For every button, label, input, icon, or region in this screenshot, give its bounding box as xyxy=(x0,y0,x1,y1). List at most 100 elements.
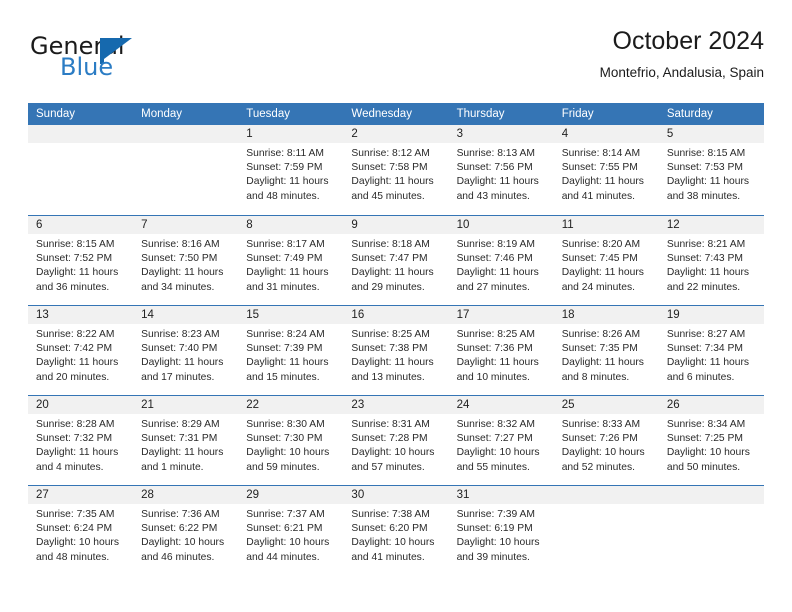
calendar-day-cell[interactable]: 2 Sunrise: 8:12 AM Sunset: 7:58 PM Daylight… xyxy=(343,125,449,215)
sunset-text: Sunset: 7:56 PM xyxy=(456,162,533,174)
sunrise-text: Sunrise: 8:16 AM xyxy=(141,239,220,250)
calendar-day-cell[interactable]: 5 Sunrise: 8:15 AM Sunset: 7:53 PM Daylight… xyxy=(658,125,764,215)
day-sun-info: Sunrise: 8:15 AM Sunset: 7:53 PM Daylight:… xyxy=(659,143,764,204)
day-sun-info: Sunrise: 8:30 AM Sunset: 7:30 PM Daylight:… xyxy=(238,414,343,475)
sunrise-text: Sunrise: 8:13 AM xyxy=(456,148,535,159)
calendar-day-cell[interactable]: 14 Sunrise: 8:23 AM Sunset: 7:40 PM Dayligh… xyxy=(133,306,239,395)
day-sun-info: Sunrise: 7:36 AM Sunset: 6:22 PM Daylight:… xyxy=(133,504,238,565)
calendar-day-cell[interactable]: 27 Sunrise: 7:35 AM Sunset: 6:24 PM Dayligh… xyxy=(28,486,134,575)
sunset-text: Sunset: 7:52 PM xyxy=(36,253,113,265)
calendar-day-cell[interactable]: 23 Sunrise: 8:31 AM Sunset: 7:28 PM Dayligh… xyxy=(343,396,449,485)
calendar-day-cell[interactable]: 31 Sunrise: 7:39 AM Sunset: 6:19 PM Dayligh… xyxy=(448,486,554,575)
day-number: 28 xyxy=(133,486,239,504)
calendar-day-cell[interactable]: 24 Sunrise: 8:32 AM Sunset: 7:27 PM Dayligh… xyxy=(448,396,554,485)
day-number: 2 xyxy=(343,125,449,143)
calendar-day-cell[interactable]: 16 Sunrise: 8:25 AM Sunset: 7:38 PM Dayligh… xyxy=(343,306,449,395)
calendar-day-cell[interactable]: 26 Sunrise: 8:34 AM Sunset: 7:25 PM Dayligh… xyxy=(658,396,764,485)
calendar-day-cell[interactable]: 30 Sunrise: 7:38 AM Sunset: 6:20 PM Dayligh… xyxy=(343,486,449,575)
day-sun-info: Sunrise: 8:32 AM Sunset: 7:27 PM Daylight:… xyxy=(449,414,554,475)
day-number: 4 xyxy=(553,125,659,143)
day-sun-info: Sunrise: 8:21 AM Sunset: 7:43 PM Daylight:… xyxy=(659,234,764,295)
day-number: 17 xyxy=(448,306,554,324)
daylight-text: Daylight: 11 hours and 6 minutes. xyxy=(666,357,750,383)
sunset-text: Sunset: 7:46 PM xyxy=(456,253,533,265)
day-number: 20 xyxy=(28,396,134,414)
calendar-day-cell[interactable]: 15 Sunrise: 8:24 AM Sunset: 7:39 PM Dayligh… xyxy=(238,306,344,395)
sunrise-text: Sunrise: 8:15 AM xyxy=(666,148,746,159)
calendar-day-cell[interactable]: 12 Sunrise: 8:21 AM Sunset: 7:43 PM Dayligh… xyxy=(658,216,764,305)
day-number: 3 xyxy=(448,125,554,143)
daylight-text: Daylight: 10 hours and 57 minutes. xyxy=(351,447,435,473)
sunrise-text: Sunrise: 8:11 AM xyxy=(246,148,324,159)
calendar-day-cell[interactable]: 29 Sunrise: 7:37 AM Sunset: 6:21 PM Dayligh… xyxy=(238,486,344,575)
brand-logo[interactable]: General Blue xyxy=(28,26,258,88)
sunset-text: Sunset: 7:34 PM xyxy=(666,343,743,355)
calendar-day-cell[interactable]: 22 Sunrise: 8:30 AM Sunset: 7:30 PM Dayligh… xyxy=(238,396,344,485)
sunset-text: Sunset: 7:31 PM xyxy=(141,433,218,445)
day-number: 9 xyxy=(343,216,449,234)
daylight-text: Daylight: 11 hours and 45 minutes. xyxy=(351,176,434,202)
page-title: October 2024 xyxy=(612,27,765,55)
calendar-day-cell[interactable]: 11 Sunrise: 8:20 AM Sunset: 7:45 PM Dayligh… xyxy=(553,216,659,305)
calendar-day-cell[interactable]: 9 Sunrise: 8:18 AM Sunset: 7:47 PM Daylight… xyxy=(343,216,449,305)
daylight-text: Daylight: 11 hours and 29 minutes. xyxy=(351,267,434,293)
calendar-week-row: 27 Sunrise: 7:35 AM Sunset: 6:24 PM Dayligh… xyxy=(28,485,764,575)
calendar-day-cell[interactable]: 13 Sunrise: 8:22 AM Sunset: 7:42 PM Dayligh… xyxy=(28,306,134,395)
day-sun-info: Sunrise: 7:37 AM Sunset: 6:21 PM Daylight:… xyxy=(238,504,343,565)
sunset-text: Sunset: 7:55 PM xyxy=(561,162,638,174)
day-number: 19 xyxy=(658,306,764,324)
sunrise-text: Sunrise: 8:25 AM xyxy=(351,329,430,340)
sunset-text: Sunset: 7:59 PM xyxy=(246,162,323,174)
calendar-day-cell[interactable]: 8 Sunrise: 8:17 AM Sunset: 7:49 PM Daylight… xyxy=(238,216,344,305)
day-sun-info: Sunrise: 8:16 AM Sunset: 7:50 PM Daylight:… xyxy=(133,234,238,295)
day-sun-info: Sunrise: 8:26 AM Sunset: 7:35 PM Daylight:… xyxy=(554,324,659,385)
daylight-text: Daylight: 11 hours and 22 minutes. xyxy=(666,267,750,293)
day-number: 30 xyxy=(343,486,449,504)
calendar-day-cell[interactable]: 4 Sunrise: 8:14 AM Sunset: 7:55 PM Daylight… xyxy=(553,125,659,215)
calendar-day-cell[interactable]: 3 Sunrise: 8:13 AM Sunset: 7:56 PM Daylight… xyxy=(448,125,554,215)
day-sun-info: Sunrise: 7:35 AM Sunset: 6:24 PM Daylight:… xyxy=(28,504,133,565)
day-number xyxy=(133,125,239,143)
daylight-text: Daylight: 10 hours and 41 minutes. xyxy=(351,537,435,563)
calendar-day-cell[interactable]: 19 Sunrise: 8:27 AM Sunset: 7:34 PM Dayligh… xyxy=(658,306,764,395)
sunset-text: Sunset: 7:43 PM xyxy=(666,253,743,265)
day-number xyxy=(658,486,764,504)
calendar-day-cell-empty xyxy=(658,486,764,575)
day-sun-info: Sunrise: 7:38 AM Sunset: 6:20 PM Daylight:… xyxy=(343,504,448,565)
sunrise-text: Sunrise: 8:21 AM xyxy=(666,239,746,250)
sunset-text: Sunset: 7:40 PM xyxy=(141,343,218,355)
calendar-day-cell[interactable]: 7 Sunrise: 8:16 AM Sunset: 7:50 PM Daylight… xyxy=(133,216,239,305)
day-sun-info: Sunrise: 8:11 AM Sunset: 7:59 PM Daylight:… xyxy=(238,143,343,204)
sunset-text: Sunset: 6:19 PM xyxy=(456,523,533,535)
day-sun-info: Sunrise: 8:24 AM Sunset: 7:39 PM Daylight:… xyxy=(238,324,343,385)
sunrise-text: Sunrise: 8:12 AM xyxy=(351,148,430,159)
calendar-day-cell[interactable]: 10 Sunrise: 8:19 AM Sunset: 7:46 PM Dayligh… xyxy=(448,216,554,305)
page-header: General Blue October 2024 Montefrio, And… xyxy=(28,26,764,96)
sunrise-text: Sunrise: 8:18 AM xyxy=(351,239,430,250)
calendar-day-cell[interactable]: 21 Sunrise: 8:29 AM Sunset: 7:31 PM Dayligh… xyxy=(133,396,239,485)
day-sun-info: Sunrise: 8:25 AM Sunset: 7:36 PM Daylight:… xyxy=(449,324,554,385)
calendar-day-cell[interactable]: 1 Sunrise: 8:11 AM Sunset: 7:59 PM Daylight… xyxy=(238,125,344,215)
day-number: 24 xyxy=(448,396,554,414)
calendar-day-cell[interactable]: 17 Sunrise: 8:25 AM Sunset: 7:36 PM Dayligh… xyxy=(448,306,554,395)
sunset-text: Sunset: 7:32 PM xyxy=(36,433,113,445)
sunset-text: Sunset: 7:58 PM xyxy=(351,162,428,174)
sunrise-text: Sunrise: 8:20 AM xyxy=(561,239,641,250)
day-number: 12 xyxy=(658,216,764,234)
weekday-header-friday: Friday xyxy=(561,108,594,120)
brand-word-blue: Blue xyxy=(60,53,114,81)
calendar-day-cell-empty xyxy=(28,125,134,215)
calendar-day-cell[interactable]: 25 Sunrise: 8:33 AM Sunset: 7:26 PM Dayligh… xyxy=(553,396,659,485)
day-number xyxy=(553,486,659,504)
sunset-text: Sunset: 7:27 PM xyxy=(456,433,533,445)
day-number: 6 xyxy=(28,216,134,234)
calendar-weeks: 1 Sunrise: 8:11 AM Sunset: 7:59 PM Daylight… xyxy=(28,125,764,575)
day-sun-info: Sunrise: 8:20 AM Sunset: 7:45 PM Daylight:… xyxy=(554,234,659,295)
calendar-day-cell[interactable]: 18 Sunrise: 8:26 AM Sunset: 7:35 PM Dayligh… xyxy=(553,306,659,395)
calendar-day-cell[interactable]: 6 Sunrise: 8:15 AM Sunset: 7:52 PM Daylight… xyxy=(28,216,134,305)
sunrise-text: Sunrise: 8:33 AM xyxy=(561,419,641,430)
calendar-day-cell[interactable]: 28 Sunrise: 7:36 AM Sunset: 6:22 PM Dayligh… xyxy=(133,486,239,575)
daylight-text: Daylight: 10 hours and 44 minutes. xyxy=(246,537,330,563)
sunrise-text: Sunrise: 8:15 AM xyxy=(36,239,115,250)
calendar-day-cell[interactable]: 20 Sunrise: 8:28 AM Sunset: 7:32 PM Dayligh… xyxy=(28,396,134,485)
